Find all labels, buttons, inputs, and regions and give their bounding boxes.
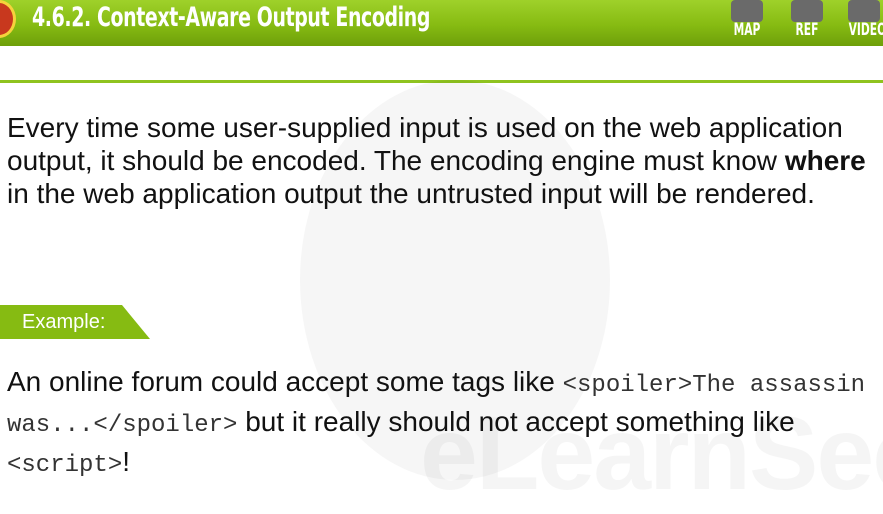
example-text-3: !	[122, 446, 130, 477]
video-label: VIDEO	[848, 20, 883, 40]
intro-paragraph: Every time some user-supplied input is u…	[7, 111, 883, 210]
example-text-2: but it really should not accept somethin…	[237, 406, 795, 437]
slide-header: 4.6.2. Context-Aware Output Encoding MAP…	[0, 0, 883, 46]
map-icon	[731, 0, 763, 22]
intro-text-2: in the web application output the untrus…	[7, 178, 815, 209]
map-label: MAP	[733, 20, 761, 40]
video-icon	[848, 0, 880, 22]
example-text-1: An online forum could accept some tags l…	[7, 366, 563, 397]
intro-emphasis: where	[784, 145, 866, 176]
video-button[interactable]: VIDEO	[842, 0, 883, 46]
intro-text-1: Every time some user-supplied input is u…	[7, 112, 843, 176]
example-paragraph: An online forum could accept some tags l…	[7, 364, 883, 484]
slide-title: 4.6.2. Context-Aware Output Encoding	[32, 2, 431, 33]
code-script-tag: <script>	[7, 452, 123, 479]
logo-icon	[0, 0, 16, 38]
example-label: Example:	[0, 305, 150, 339]
ref-button[interactable]: REF	[785, 0, 829, 46]
map-button[interactable]: MAP	[725, 0, 769, 46]
ref-label: REF	[795, 20, 819, 40]
ref-icon	[791, 0, 823, 22]
